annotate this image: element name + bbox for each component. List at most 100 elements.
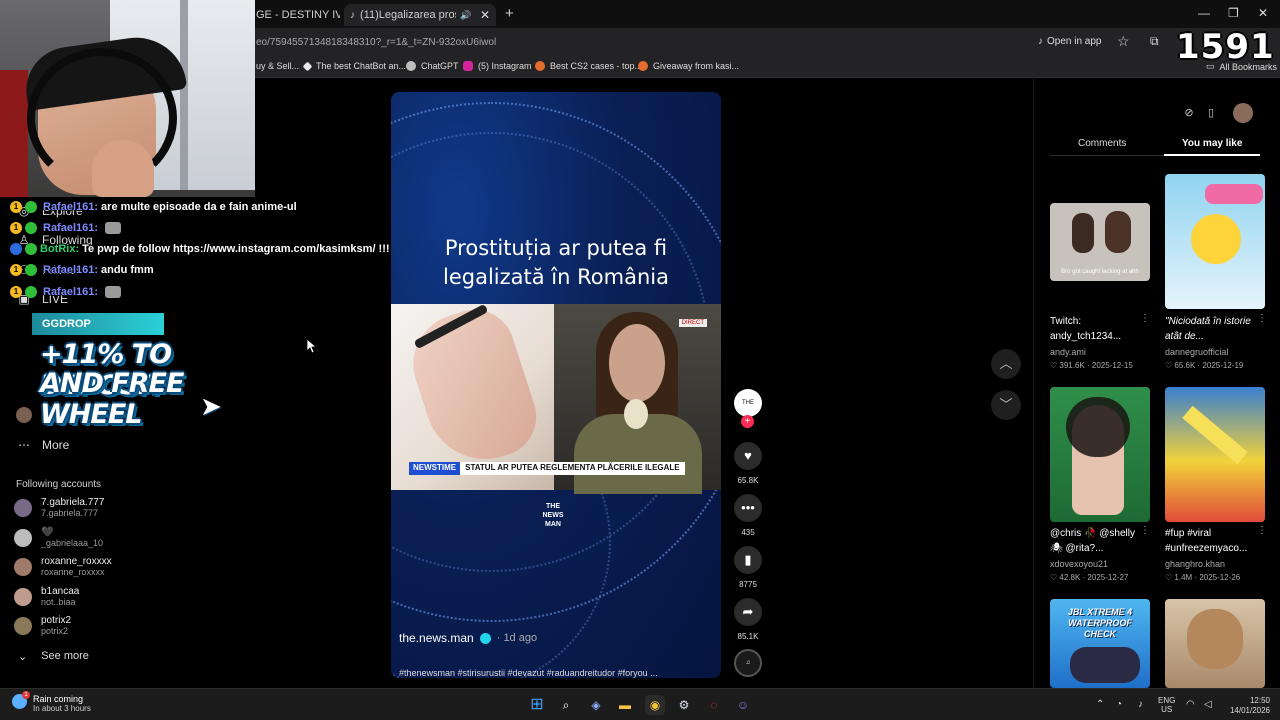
discord-icon[interactable]: ☺ xyxy=(733,695,753,715)
card-title[interactable]: Twitch: andy_tch1234... xyxy=(1050,314,1146,344)
speaker-icon[interactable]: 🔊 xyxy=(460,10,471,21)
card-author[interactable]: xdovexoyou21 xyxy=(1050,559,1108,569)
video-author[interactable]: the.news.man · 1d ago xyxy=(399,631,537,645)
more-options-icon[interactable]: ⋮ xyxy=(1140,525,1150,536)
search-icon[interactable]: ⌕ xyxy=(556,695,576,715)
tab-you-may-like[interactable]: You may like xyxy=(1182,138,1242,149)
tray-overflow-icon[interactable]: ⌃ xyxy=(1096,699,1104,710)
account-handle: not..biaa xyxy=(41,597,76,607)
author-name[interactable]: the.news.man xyxy=(399,631,474,645)
avatar xyxy=(14,588,32,606)
wifi-icon[interactable]: ◠ xyxy=(1186,699,1195,710)
following-account[interactable]: roxanne_roxxxx roxanne_roxxxx xyxy=(14,557,112,577)
nav-more[interactable]: ⋯ More xyxy=(16,437,69,453)
bookmark-star-icon[interactable]: ☆ xyxy=(1117,33,1130,50)
video-thumbnail[interactable]: JBL XTREME 4 WATERPROOF CHECK xyxy=(1050,599,1150,688)
tab-comments[interactable]: Comments xyxy=(1078,138,1126,149)
comment-count: 435 xyxy=(741,528,755,537)
following-account[interactable]: potrix2 potrix2 xyxy=(14,616,71,636)
following-account[interactable]: 🖤 _gabrielaaa_10 xyxy=(14,528,103,548)
following-account[interactable]: b1ancaa not..biaa xyxy=(14,587,79,607)
card-author[interactable]: dannegruofficial xyxy=(1165,347,1228,357)
card-title[interactable]: "Niciodată în istorie atât de... xyxy=(1165,314,1261,344)
chevron-up-icon[interactable]: ︿ xyxy=(991,349,1021,379)
weather-widget[interactable]: 1 Rain coming In about 3 hours xyxy=(12,691,91,714)
chat-text: Te pwp de follow https://www.instagram.c… xyxy=(82,243,390,255)
close-window-icon[interactable]: ✕ xyxy=(1258,6,1268,20)
chrome-icon[interactable]: ◉ xyxy=(645,695,665,715)
hand xyxy=(92,140,154,197)
account-handle: roxanne_roxxxx xyxy=(41,567,105,577)
bookmark-item[interactable]: The best ChatBot an... xyxy=(302,61,407,71)
see-more-button[interactable]: ⌄ See more xyxy=(18,650,89,663)
subscriber-badge-icon: 1 xyxy=(10,264,22,276)
video-thumbnail[interactable]: Bro got caught lacking at ahh xyxy=(1050,203,1150,281)
card-title[interactable]: @chris 🥀 @shelly 🕷 @rita?... xyxy=(1050,526,1146,556)
like-count: 65.8K xyxy=(737,476,759,485)
bookmark-label: The best ChatBot an... xyxy=(316,61,407,71)
following-account[interactable]: 7.gabriela.777 7.gabriela.777 xyxy=(14,498,104,518)
comment-icon[interactable]: ••• xyxy=(734,494,762,522)
chat-username: Rafael161: xyxy=(43,286,99,298)
speaker xyxy=(1070,647,1140,683)
more-options-icon[interactable]: ⋮ xyxy=(1140,313,1150,324)
bookmark-item[interactable]: Best CS2 cases - top... xyxy=(535,61,642,71)
url-field[interactable]: eo/7594557134818348310?_r=1&_t=ZN-932oxU… xyxy=(256,37,496,48)
following-accounts-heading: Following accounts xyxy=(16,479,102,490)
chat-message: BotRix: Te pwp de follow https://www.ins… xyxy=(10,243,390,255)
like-icon[interactable]: ♥ xyxy=(734,442,762,470)
windows-taskbar: 1 Rain coming In about 3 hours ⊞ ⌕ ◈ ▬ ◉… xyxy=(0,688,1280,720)
file-explorer-icon[interactable]: ▬ xyxy=(615,695,635,715)
app-icon[interactable]: ◌ xyxy=(704,695,724,715)
extensions-icon[interactable]: ⧉ xyxy=(1150,34,1159,49)
compass-icon[interactable]: ⊘ xyxy=(1181,105,1197,121)
music-disc-icon[interactable]: ♫ xyxy=(734,649,762,677)
copilot-icon[interactable]: ◈ xyxy=(586,695,606,715)
account-name: potrix2 xyxy=(41,615,72,626)
card-likes: 1.4M xyxy=(1174,573,1193,582)
browser-tab[interactable]: GE - DESTINY IV - ✕ xyxy=(256,4,340,26)
tab-label: (11)Legalizarea prostituției xyxy=(360,9,456,21)
mobile-icon[interactable]: ▯ xyxy=(1203,105,1219,121)
ad-brand: GGDROP xyxy=(32,313,164,335)
more-options-icon[interactable]: ⋮ xyxy=(1257,525,1267,536)
video-player[interactable]: Prostituția ar putea fi legalizată în Ro… xyxy=(391,92,721,678)
share-icon[interactable]: ➦ xyxy=(734,598,762,626)
minimize-icon[interactable]: — xyxy=(1198,6,1210,20)
restore-icon[interactable]: ❐ xyxy=(1228,6,1239,20)
microphone-icon[interactable]: ♪ xyxy=(1138,699,1143,710)
card-title[interactable]: #fup #viral #unfreezemyaco... xyxy=(1165,526,1261,556)
card-author[interactable]: ghanghro.khan xyxy=(1165,559,1225,569)
browser-tab-active[interactable]: ♪ (11)Legalizarea prostituției 🔊 ✕ xyxy=(344,4,496,26)
network-tray-icon[interactable]: ◔ xyxy=(1116,699,1122,710)
bookmark-item[interactable]: ChatGPT xyxy=(406,61,459,71)
steam-icon[interactable]: ⚙ xyxy=(674,695,694,715)
chat-badge-icon xyxy=(25,222,37,234)
close-tab-icon[interactable]: ✕ xyxy=(474,8,496,22)
bookmark-label: ChatGPT xyxy=(421,61,459,71)
avatar[interactable] xyxy=(1233,103,1253,123)
tab-label: GE - DESTINY IV - xyxy=(256,9,340,21)
volume-icon[interactable]: ◁ xyxy=(1204,699,1212,710)
video-thumbnail[interactable] xyxy=(1050,387,1150,522)
chevron-down-icon[interactable]: ﹀ xyxy=(991,390,1021,420)
video-thumbnail[interactable] xyxy=(1165,599,1265,688)
more-options-icon[interactable]: ⋮ xyxy=(1257,313,1267,324)
new-tab-button[interactable]: + xyxy=(505,5,514,22)
card-author[interactable]: andy.ami xyxy=(1050,347,1086,357)
language-indicator[interactable]: ENG US xyxy=(1158,696,1175,714)
bookmark-item[interactable]: uy & Sell... xyxy=(256,61,299,71)
windows-start-icon[interactable]: ⊞ xyxy=(527,695,547,715)
bookmark-icon[interactable]: ▮ xyxy=(734,546,762,574)
video-thumbnail[interactable] xyxy=(1165,387,1265,522)
follow-plus-icon[interactable]: + xyxy=(741,415,754,428)
bookmark-label: Giveaway from kasi... xyxy=(653,61,740,71)
bookmark-item[interactable]: (5) Instagram xyxy=(463,61,532,71)
clock[interactable]: 12:50 14/01/2026 xyxy=(1226,696,1270,716)
bookmark-item[interactable]: Giveaway from kasi... xyxy=(638,61,739,71)
open-in-app-button[interactable]: ♪ Open in app xyxy=(1038,36,1102,47)
video-thumbnail[interactable] xyxy=(1165,174,1265,309)
cursor-icon: ➤ xyxy=(200,391,222,421)
creator-avatar[interactable]: THE NEWS MAN xyxy=(734,389,762,462)
video-description[interactable]: #thenewsman #stirisurustii #devazut #rad… xyxy=(399,668,658,678)
